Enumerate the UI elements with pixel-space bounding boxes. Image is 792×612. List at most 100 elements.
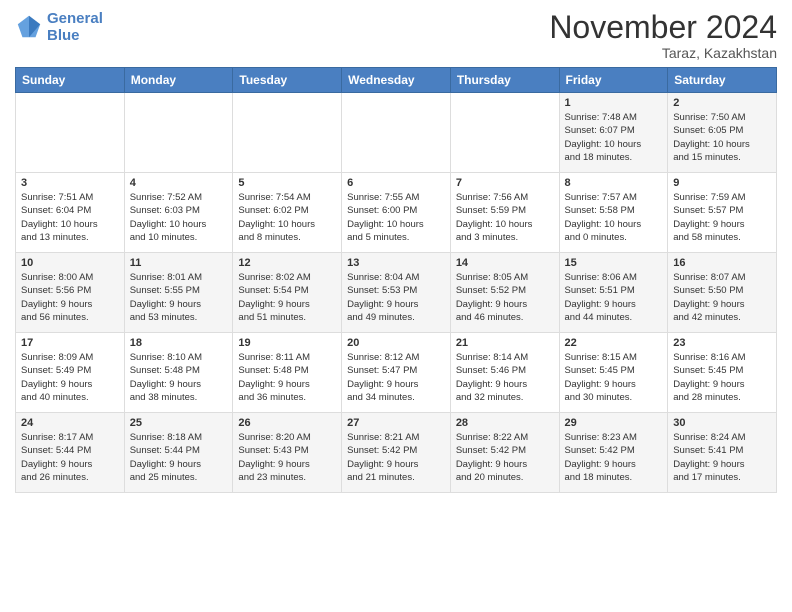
day-number: 25 [130, 417, 228, 429]
cell-5-6: 29Sunrise: 8:23 AM Sunset: 5:42 PM Dayli… [559, 413, 668, 493]
col-thursday: Thursday [450, 68, 559, 93]
day-info: Sunrise: 8:07 AM Sunset: 5:50 PM Dayligh… [673, 271, 771, 324]
day-number: 29 [565, 417, 663, 429]
day-info: Sunrise: 8:20 AM Sunset: 5:43 PM Dayligh… [238, 431, 336, 484]
cell-1-7: 2Sunrise: 7:50 AM Sunset: 6:05 PM Daylig… [668, 93, 777, 173]
cell-3-3: 12 Sunrise: 8:02 AM Sunset: 5:54 PM Dayli… [233, 253, 342, 333]
day-info: Sunrise: 8:17 AM Sunset: 5:44 PM Dayligh… [21, 431, 119, 484]
day-number: 11 [130, 257, 228, 269]
day-number: 12 [238, 257, 336, 269]
day-info: Sunrise: 8:04 AM Sunset: 5:53 PM Dayligh… [347, 271, 445, 324]
day-number: 26 [238, 417, 336, 429]
week-row-3: 10 Sunrise: 8:00 AM Sunset: 5:56 PM Dayli… [16, 253, 777, 333]
cell-2-3: 5 Sunrise: 7:54 AM Sunset: 6:02 PM Daylig… [233, 173, 342, 253]
cell-2-5: 7 Sunrise: 7:56 AM Sunset: 5:59 PM Daylig… [450, 173, 559, 253]
cell-2-1: 3 Sunrise: 7:51 AM Sunset: 6:04 PM Daylig… [16, 173, 125, 253]
cell-5-3: 26 Sunrise: 8:20 AM Sunset: 5:43 PM Dayli… [233, 413, 342, 493]
cell-4-6: 22 Sunrise: 8:15 AM Sunset: 5:45 PM Dayli… [559, 333, 668, 413]
day-info: Sunrise: 8:11 AM Sunset: 5:48 PM Dayligh… [238, 351, 336, 404]
cell-3-7: 16Sunrise: 8:07 AM Sunset: 5:50 PM Dayli… [668, 253, 777, 333]
day-number: 24 [21, 417, 119, 429]
day-number: 9 [673, 177, 771, 189]
day-number: 22 [565, 337, 663, 349]
day-number: 20 [347, 337, 445, 349]
day-info: Sunrise: 8:00 AM Sunset: 5:56 PM Dayligh… [21, 271, 119, 324]
day-info: Sunrise: 7:48 AM Sunset: 6:07 PM Dayligh… [565, 111, 663, 164]
page-container: General Blue November 2024 Taraz, Kazakh… [0, 0, 792, 503]
calendar-table: Sunday Monday Tuesday Wednesday Thursday… [15, 67, 777, 493]
cell-3-1: 10 Sunrise: 8:00 AM Sunset: 5:56 PM Dayli… [16, 253, 125, 333]
header: General Blue November 2024 Taraz, Kazakh… [15, 10, 777, 61]
day-info: Sunrise: 8:14 AM Sunset: 5:46 PM Dayligh… [456, 351, 554, 404]
day-number: 1 [565, 97, 663, 109]
cell-2-2: 4Sunrise: 7:52 AM Sunset: 6:03 PM Daylig… [124, 173, 233, 253]
week-row-4: 17 Sunrise: 8:09 AM Sunset: 5:49 PM Dayli… [16, 333, 777, 413]
day-number: 27 [347, 417, 445, 429]
cell-4-7: 23Sunrise: 8:16 AM Sunset: 5:45 PM Dayli… [668, 333, 777, 413]
day-info: Sunrise: 8:12 AM Sunset: 5:47 PM Dayligh… [347, 351, 445, 404]
day-number: 10 [21, 257, 119, 269]
day-number: 14 [456, 257, 554, 269]
month-title: November 2024 [549, 10, 777, 45]
day-info: Sunrise: 8:24 AM Sunset: 5:41 PM Dayligh… [673, 431, 771, 484]
cell-1-4 [342, 93, 451, 173]
cell-1-2 [124, 93, 233, 173]
day-info: Sunrise: 8:22 AM Sunset: 5:42 PM Dayligh… [456, 431, 554, 484]
cell-5-4: 27 Sunrise: 8:21 AM Sunset: 5:42 PM Dayli… [342, 413, 451, 493]
cell-4-2: 18 Sunrise: 8:10 AM Sunset: 5:48 PM Dayli… [124, 333, 233, 413]
cell-3-5: 14 Sunrise: 8:05 AM Sunset: 5:52 PM Dayli… [450, 253, 559, 333]
day-info: Sunrise: 7:51 AM Sunset: 6:04 PM Dayligh… [21, 191, 119, 244]
logo: General Blue [15, 10, 103, 45]
day-info: Sunrise: 8:01 AM Sunset: 5:55 PM Dayligh… [130, 271, 228, 324]
day-number: 17 [21, 337, 119, 349]
day-number: 7 [456, 177, 554, 189]
cell-5-1: 24 Sunrise: 8:17 AM Sunset: 5:44 PM Dayli… [16, 413, 125, 493]
day-info: Sunrise: 8:18 AM Sunset: 5:44 PM Dayligh… [130, 431, 228, 484]
cell-3-4: 13Sunrise: 8:04 AM Sunset: 5:53 PM Dayli… [342, 253, 451, 333]
day-number: 5 [238, 177, 336, 189]
calendar-header-row: Sunday Monday Tuesday Wednesday Thursday… [16, 68, 777, 93]
cell-2-4: 6Sunrise: 7:55 AM Sunset: 6:00 PM Daylig… [342, 173, 451, 253]
cell-1-3 [233, 93, 342, 173]
day-number: 15 [565, 257, 663, 269]
col-sunday: Sunday [16, 68, 125, 93]
day-info: Sunrise: 7:54 AM Sunset: 6:02 PM Dayligh… [238, 191, 336, 244]
day-number: 23 [673, 337, 771, 349]
cell-1-6: 1 Sunrise: 7:48 AM Sunset: 6:07 PM Daylig… [559, 93, 668, 173]
day-info: Sunrise: 7:50 AM Sunset: 6:05 PM Dayligh… [673, 111, 771, 164]
day-info: Sunrise: 8:21 AM Sunset: 5:42 PM Dayligh… [347, 431, 445, 484]
day-info: Sunrise: 7:57 AM Sunset: 5:58 PM Dayligh… [565, 191, 663, 244]
day-number: 3 [21, 177, 119, 189]
cell-4-5: 21 Sunrise: 8:14 AM Sunset: 5:46 PM Dayli… [450, 333, 559, 413]
week-row-2: 3 Sunrise: 7:51 AM Sunset: 6:04 PM Daylig… [16, 173, 777, 253]
day-info: Sunrise: 8:10 AM Sunset: 5:48 PM Dayligh… [130, 351, 228, 404]
cell-3-2: 11 Sunrise: 8:01 AM Sunset: 5:55 PM Dayli… [124, 253, 233, 333]
col-tuesday: Tuesday [233, 68, 342, 93]
cell-5-7: 30 Sunrise: 8:24 AM Sunset: 5:41 PM Dayli… [668, 413, 777, 493]
logo-icon [15, 13, 43, 41]
day-number: 21 [456, 337, 554, 349]
day-info: Sunrise: 8:02 AM Sunset: 5:54 PM Dayligh… [238, 271, 336, 324]
day-info: Sunrise: 8:09 AM Sunset: 5:49 PM Dayligh… [21, 351, 119, 404]
week-row-5: 24 Sunrise: 8:17 AM Sunset: 5:44 PM Dayli… [16, 413, 777, 493]
week-row-1: 1 Sunrise: 7:48 AM Sunset: 6:07 PM Daylig… [16, 93, 777, 173]
logo-text: General Blue [47, 10, 103, 45]
cell-4-1: 17 Sunrise: 8:09 AM Sunset: 5:49 PM Dayli… [16, 333, 125, 413]
day-number: 30 [673, 417, 771, 429]
day-number: 19 [238, 337, 336, 349]
col-friday: Friday [559, 68, 668, 93]
day-number: 8 [565, 177, 663, 189]
day-info: Sunrise: 7:56 AM Sunset: 5:59 PM Dayligh… [456, 191, 554, 244]
calendar-body: 1 Sunrise: 7:48 AM Sunset: 6:07 PM Daylig… [16, 93, 777, 493]
day-info: Sunrise: 8:05 AM Sunset: 5:52 PM Dayligh… [456, 271, 554, 324]
day-info: Sunrise: 8:15 AM Sunset: 5:45 PM Dayligh… [565, 351, 663, 404]
cell-5-2: 25 Sunrise: 8:18 AM Sunset: 5:44 PM Dayli… [124, 413, 233, 493]
cell-4-3: 19 Sunrise: 8:11 AM Sunset: 5:48 PM Dayli… [233, 333, 342, 413]
location: Taraz, Kazakhstan [549, 45, 777, 61]
day-info: Sunrise: 7:55 AM Sunset: 6:00 PM Dayligh… [347, 191, 445, 244]
cell-2-7: 9Sunrise: 7:59 AM Sunset: 5:57 PM Daylig… [668, 173, 777, 253]
title-block: November 2024 Taraz, Kazakhstan [549, 10, 777, 61]
day-number: 18 [130, 337, 228, 349]
col-monday: Monday [124, 68, 233, 93]
col-wednesday: Wednesday [342, 68, 451, 93]
